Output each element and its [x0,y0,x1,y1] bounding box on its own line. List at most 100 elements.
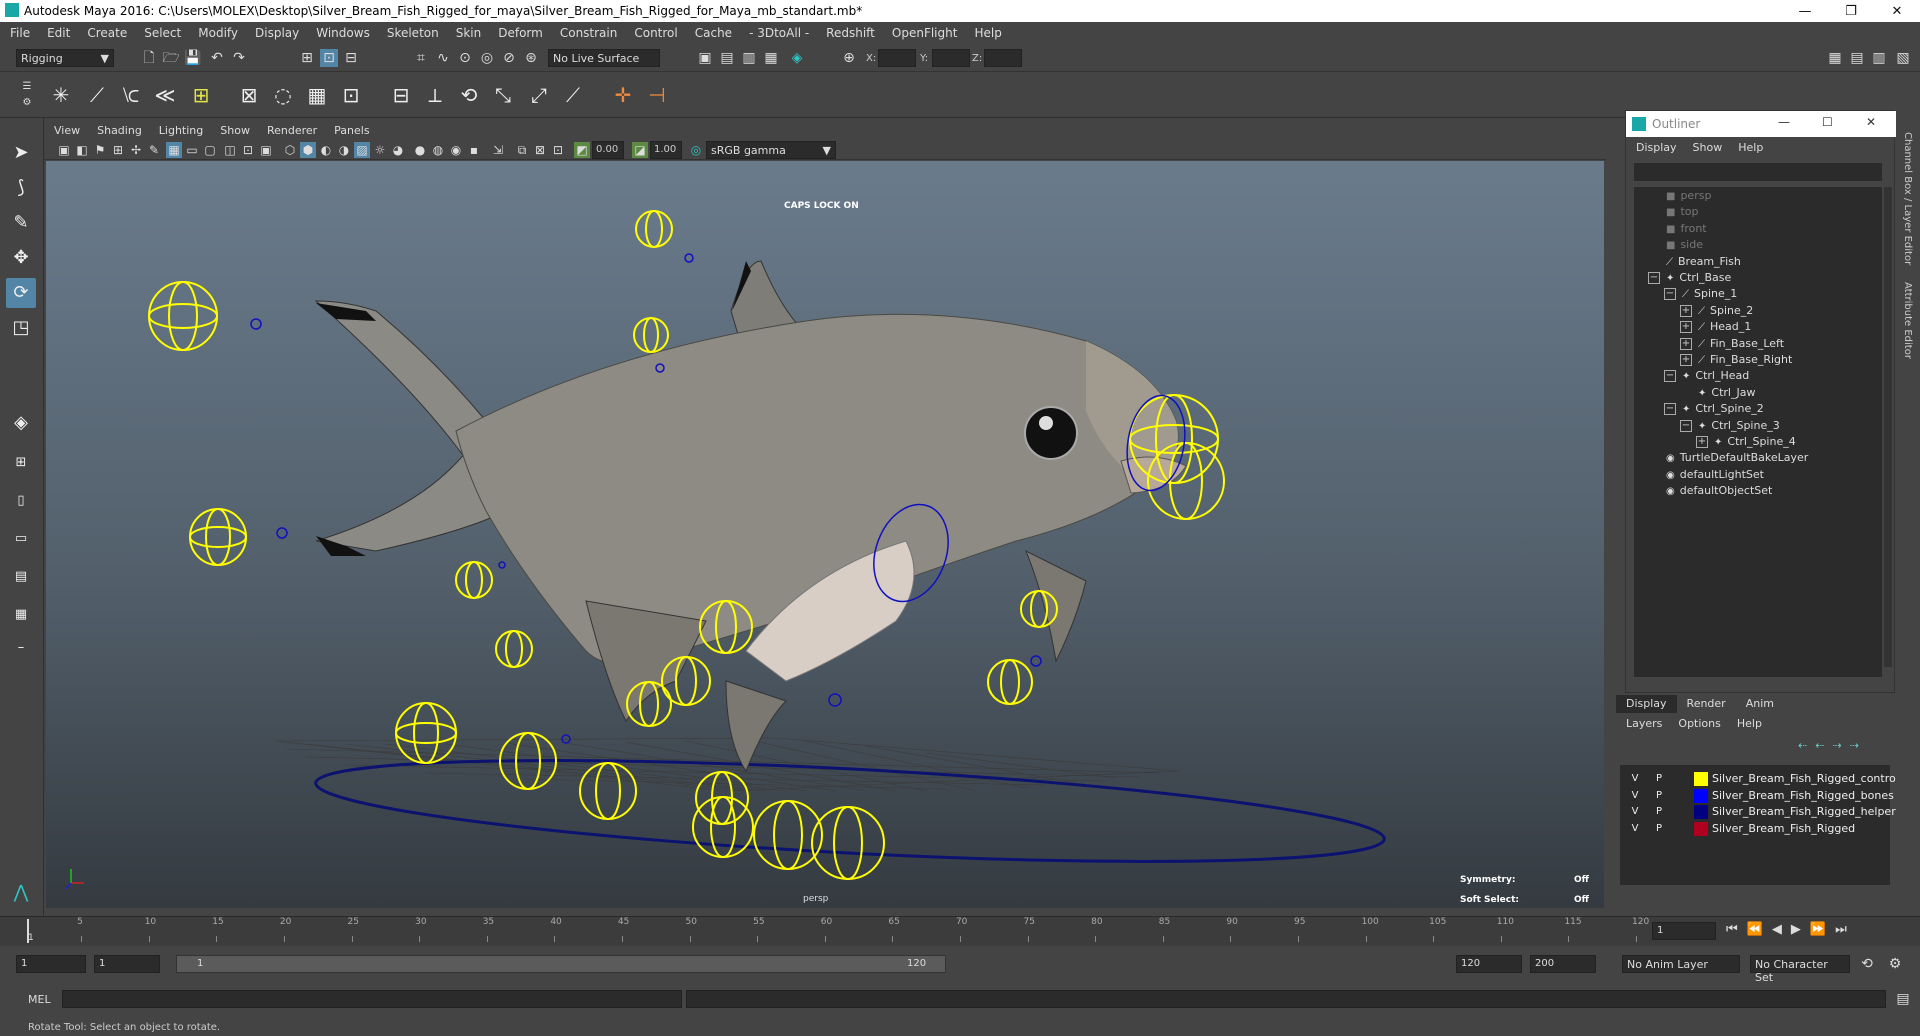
attribute-editor-tab[interactable]: Attribute Editor [1902,282,1913,359]
outliner-menu-help[interactable]: Help [1738,141,1763,159]
depth-of-field-icon[interactable]: ▪ [466,142,482,158]
hypershade-layout-icon[interactable]: ▦ [6,600,36,630]
menu-openflight[interactable]: OpenFlight [892,26,958,40]
image-plane-icon[interactable]: ⊞ [110,142,126,158]
minimize-icon[interactable]: — [1778,115,1790,129]
minimize-button[interactable]: — [1782,0,1828,22]
outliner-item[interactable]: ■ side [1648,236,1703,254]
menu-skin[interactable]: Skin [456,26,482,40]
fish-pelvic-fin[interactable] [725,680,787,773]
tab-display[interactable]: Display [1616,695,1677,713]
two-view-icon[interactable]: ▯ [6,486,36,516]
tab-render[interactable]: Render [1677,695,1736,713]
outliner-scrollbar[interactable] [1884,187,1892,667]
range-slider-bar[interactable]: 1 120 [176,955,946,973]
render-frame-icon[interactable]: ▣ [696,49,714,67]
shelf-settings-icon[interactable]: ⚙ [18,94,36,112]
current-frame-field[interactable]: 1 [1652,922,1716,940]
motion-blur-icon[interactable]: ◍ [430,142,446,158]
default-material-icon[interactable]: ◐ [318,142,334,158]
layer-color-swatch[interactable] [1694,821,1708,836]
lights-icon[interactable]: ☼ [372,142,388,158]
scale-tool-icon[interactable]: ◳ [6,313,36,343]
script-editor-icon[interactable]: ▤ [1894,990,1912,1008]
outliner-item[interactable]: − ✦ Ctrl_Base [1648,269,1731,287]
smooth-shade-icon[interactable]: ⬢ [300,142,316,158]
x-field[interactable] [878,49,916,67]
isolate-select-icon[interactable]: ⇲ [490,142,506,158]
gamma-field[interactable]: 1.00 [650,141,682,159]
select-tool-icon[interactable]: ➤ [6,138,36,168]
lattice-icon[interactable]: ▦ [302,80,332,110]
expand-icon[interactable]: + [1696,436,1708,448]
time-slider[interactable]: 1 5 10 15 20 25 30 35 40 45 50 55 60 65 70 75 80 85 90 95 1… [0,916,1920,946]
color-management-icon[interactable]: ◎ [688,142,704,158]
outliner-item[interactable]: − ⟋ Spine_1 [1664,285,1737,303]
close-icon[interactable]: ✕ [1866,115,1876,129]
collapse-icon[interactable]: − [1664,370,1676,383]
character-set-dropdown[interactable]: No Character Set [1750,955,1850,984]
outliner-item[interactable]: ■ persp [1648,187,1711,205]
outliner-item[interactable]: ⟋ Bream_Fish [1648,253,1741,271]
open-scene-icon[interactable]: 🗁 [162,49,180,67]
outliner-item[interactable]: − ✦ Ctrl_Head [1664,367,1749,385]
film-gate-icon[interactable]: ▭ [184,142,200,158]
layer-color-swatch[interactable] [1694,805,1708,819]
redo-icon[interactable]: ↷ [230,49,248,67]
layer-visibility-toggle[interactable]: V [1628,819,1642,839]
outliner-item[interactable]: ■ top [1648,203,1698,221]
xray-components-icon[interactable]: ⊡ [550,142,566,158]
collapse-icon[interactable]: − [1664,288,1676,301]
auto-key-icon[interactable]: ⟲ [1858,955,1876,973]
layer-color-swatch[interactable] [1694,772,1708,786]
layer-menu-help[interactable]: Help [1737,717,1762,730]
collapse-icon[interactable]: − [1680,419,1692,432]
exposure-field[interactable]: 0.00 [592,141,624,159]
outliner-item[interactable]: + ✦ Ctrl_Spine_4 [1696,433,1796,451]
menu-control[interactable]: Control [634,26,677,40]
menu-edit[interactable]: Edit [47,26,70,40]
snap-view-icon[interactable]: ◎ [478,49,496,67]
layer-action-icons[interactable]: ⇠⇠⇢⇢ [1798,739,1867,752]
menu-skeleton[interactable]: Skeleton [387,26,439,40]
select-component-icon[interactable]: ⊟ [342,49,360,67]
shadows-icon[interactable]: ◕ [390,142,406,158]
snap-point-icon[interactable]: ⊙ [456,49,474,67]
save-scene-icon[interactable]: 💾 [184,49,202,67]
menu-3dtoall[interactable]: - 3DtoAll - [749,26,809,40]
resolution-gate-icon[interactable]: ▢ [202,142,218,158]
outliner-menu-show[interactable]: Show [1693,141,1723,159]
menu-constrain[interactable]: Constrain [560,26,618,40]
outliner-layout-icon[interactable]: ▭ [6,524,36,554]
xray-joints-icon[interactable]: ⊠ [532,142,548,158]
panel-menu-lighting[interactable]: Lighting [159,124,203,137]
z-field[interactable] [984,49,1022,67]
select-hierarchy-icon[interactable]: ⊞ [298,49,316,67]
expand-icon[interactable]: + [1680,337,1692,350]
outliner-item[interactable]: + ⟋ Fin_Base_Left [1680,335,1784,353]
modeling-toolkit-icon[interactable]: ▦ [1826,49,1844,67]
outliner-item[interactable]: ◉ TurtleDefaultBakeLayer [1648,449,1808,467]
orient-constraint-icon[interactable]: ⟲ [454,80,484,110]
snap-surface-icon[interactable]: ⊘ [500,49,518,67]
new-scene-icon[interactable]: 🗋 [140,49,158,67]
outliner-search-input[interactable] [1634,163,1882,181]
textured-icon[interactable]: ▨ [354,142,370,158]
playback-controls[interactable]: ⏮⏪◀▶⏩⏭ [1726,922,1856,937]
playback-start-field[interactable]: 1 [94,955,160,973]
outliner-item[interactable]: + ⟋ Spine_2 [1680,302,1753,320]
smooth-bind-icon[interactable]: ◌ [268,80,298,110]
ik-spline-icon[interactable]: ⟈ [116,80,146,110]
camera-attributes-icon[interactable]: ◧ [74,142,90,158]
layer-color-swatch[interactable] [1694,788,1708,803]
menu-modify[interactable]: Modify [198,26,238,40]
gamma-icon[interactable]: ◪ [632,142,648,158]
screen-space-ao-icon[interactable]: ● [412,142,428,158]
aim-constraint-icon[interactable]: ⟂ [420,80,450,110]
field-chart-icon[interactable]: ⊡ [240,142,256,158]
ik-handle-icon[interactable]: ⟋ [82,80,112,110]
menu-deform[interactable]: Deform [498,26,543,40]
live-surface-field[interactable]: No Live Surface [548,49,660,67]
scale-constraint-icon[interactable]: ⤡ [488,80,518,110]
tool-settings-icon[interactable]: ▥ [1870,49,1888,67]
